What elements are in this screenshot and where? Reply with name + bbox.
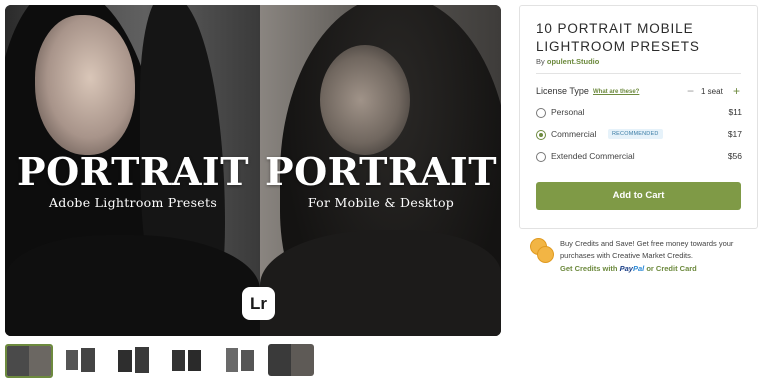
license-option-price: $17 xyxy=(727,129,742,139)
preview-subtitle-left: Adobe Lightroom Presets xyxy=(48,195,218,210)
add-to-cart-button[interactable]: Add to Cart xyxy=(536,182,741,210)
divider xyxy=(536,73,741,74)
radio-button[interactable] xyxy=(536,108,546,118)
store-byline: By opulent.Studio xyxy=(536,57,599,66)
radio-button[interactable] xyxy=(536,152,546,162)
thumbnail-3[interactable] xyxy=(111,344,157,376)
license-option-price: $11 xyxy=(728,107,742,117)
credits-promo-text: Buy Credits and Save! Get free money tow… xyxy=(560,239,734,260)
license-type-label: License Type xyxy=(536,86,589,96)
thumbnail-2[interactable] xyxy=(58,344,104,376)
seat-count: 1 seat xyxy=(701,87,723,96)
license-option-personal[interactable]: Personal $11 xyxy=(536,106,742,120)
license-option-label: Extended Commercial xyxy=(551,151,635,161)
recommended-badge: RECOMMENDED xyxy=(608,129,663,139)
thumbnail-5[interactable] xyxy=(217,344,263,376)
portrait-shirt-shape xyxy=(260,230,501,336)
license-option-label: Commercial xyxy=(551,129,597,139)
get-credits-label: Get Credits with xyxy=(560,264,618,273)
preview-left-pane: PORTRAIT Adobe Lightroom Presets xyxy=(5,5,260,336)
seat-increment-button[interactable]: + xyxy=(733,84,740,98)
byline-prefix: By xyxy=(536,57,545,66)
seat-decrement-button[interactable]: − xyxy=(687,84,694,98)
thumbnail-6[interactable] xyxy=(268,344,314,376)
thumbnail-1[interactable] xyxy=(5,344,53,378)
lightroom-logo-icon: Lr xyxy=(242,287,275,320)
license-option-label: Personal xyxy=(551,107,585,117)
purchase-panel: 10 PORTRAIT MOBILE LIGHTROOM PRESETS By … xyxy=(519,5,758,229)
product-preview-image[interactable]: PORTRAIT Adobe Lightroom Presets PORTRAI… xyxy=(5,5,501,336)
license-option-commercial[interactable]: Commercial RECOMMENDED $17 xyxy=(536,128,742,142)
preview-title-right: PORTRAIT xyxy=(265,149,497,194)
portrait-shirt-shape xyxy=(5,235,260,336)
or-separator: or xyxy=(646,264,654,273)
preview-right-pane: PORTRAIT For Mobile & Desktop xyxy=(260,5,501,336)
paypal-logo-pal: Pal xyxy=(632,264,645,273)
preview-title-left: PORTRAIT xyxy=(17,149,249,194)
coins-icon xyxy=(528,238,554,264)
store-link[interactable]: opulent.Studio xyxy=(547,57,600,66)
radio-button-selected[interactable] xyxy=(536,130,546,140)
portrait-face-shape xyxy=(320,45,410,155)
license-help-link[interactable]: What are these? xyxy=(593,89,639,95)
product-title: 10 PORTRAIT MOBILE LIGHTROOM PRESETS xyxy=(536,21,700,54)
license-option-extended-commercial[interactable]: Extended Commercial $56 xyxy=(536,150,742,164)
portrait-face-shape xyxy=(35,15,135,155)
thumbnail-4[interactable] xyxy=(164,344,210,376)
get-credits-paypal-link[interactable]: Get Credits with PayPal xyxy=(560,264,644,273)
credits-links: Get Credits with PayPal or Credit Card xyxy=(560,264,697,273)
preview-subtitle-right: For Mobile & Desktop xyxy=(307,195,455,210)
license-option-price: $56 xyxy=(727,151,742,161)
paypal-logo-pay: Pay xyxy=(619,264,633,273)
credit-card-link[interactable]: Credit Card xyxy=(656,264,697,273)
